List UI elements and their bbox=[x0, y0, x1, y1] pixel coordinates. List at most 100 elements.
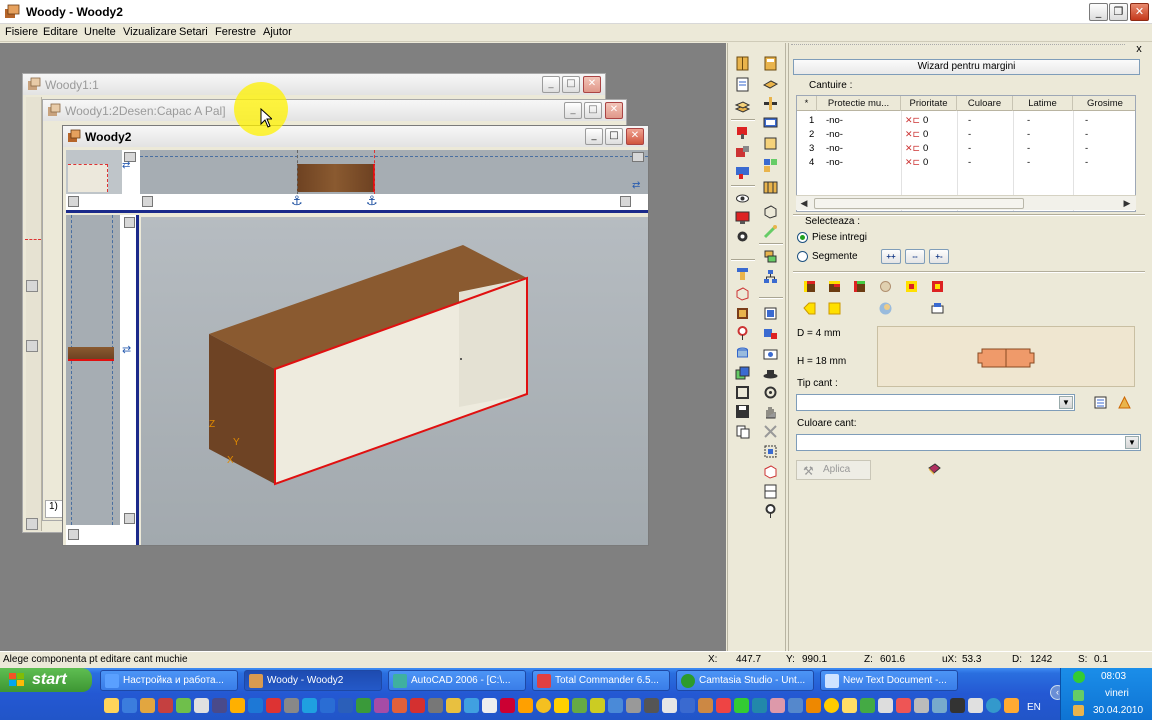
delete-icon[interactable] bbox=[762, 423, 779, 440]
edge-corner-tl-icon[interactable] bbox=[801, 278, 818, 295]
edge-red-icon[interactable] bbox=[929, 278, 946, 295]
quicklaunch-app-icon[interactable] bbox=[770, 698, 785, 713]
view-corner-icon[interactable] bbox=[68, 529, 79, 540]
taskbar-item-woody[interactable]: Woody - Woody2 bbox=[244, 670, 382, 691]
shelf-icon[interactable] bbox=[762, 76, 779, 93]
move-handle-icon[interactable]: ⇄ bbox=[122, 160, 136, 172]
view-corner-icon[interactable] bbox=[124, 513, 135, 524]
menu-ferestre[interactable]: Ferestre bbox=[215, 26, 256, 38]
save-icon[interactable] bbox=[734, 403, 751, 420]
child-close-button[interactable]: ✕ bbox=[626, 128, 644, 145]
app-title-bar[interactable]: Woody - Woody2 _ ❐ ✕ bbox=[0, 0, 1152, 24]
clock-time[interactable]: 08:03 bbox=[1101, 671, 1126, 682]
apply-button[interactable]: ⚒ Aplica bbox=[796, 460, 871, 480]
quicklaunch-app-icon[interactable] bbox=[608, 698, 623, 713]
quicklaunch-app-icon[interactable] bbox=[536, 698, 551, 713]
radio-piese-intregi[interactable] bbox=[797, 232, 808, 243]
quicklaunch-app-icon[interactable] bbox=[572, 698, 587, 713]
taskbar-item-notepad[interactable]: New Text Document -... bbox=[820, 670, 958, 691]
quicklaunch-app-icon[interactable] bbox=[860, 698, 875, 713]
menu-editare[interactable]: Editare bbox=[43, 26, 78, 38]
child-minimize-button[interactable]: _ bbox=[564, 102, 582, 119]
quicklaunch-app-icon[interactable] bbox=[140, 698, 155, 713]
scroll-thumb[interactable] bbox=[814, 198, 1024, 209]
col-header-protectie[interactable]: Protectie mu... bbox=[817, 96, 901, 111]
taskbar-item-camtasia[interactable]: Camtasia Studio - Unt... bbox=[676, 670, 814, 691]
child-window-woody2[interactable]: Woody2 _ □ ✕ ⚓ ⚓ ⇄ ⇄ ⇄ Z Y X bbox=[62, 125, 649, 546]
quicklaunch-app-icon[interactable] bbox=[212, 698, 227, 713]
clipboard-icon[interactable] bbox=[734, 423, 751, 440]
col-header-star[interactable]: * bbox=[797, 96, 817, 111]
fill-icon[interactable] bbox=[734, 144, 751, 161]
view-corner-icon[interactable] bbox=[124, 217, 135, 228]
cabinet-outline-icon[interactable] bbox=[762, 483, 779, 500]
quicklaunch-app-icon[interactable] bbox=[428, 698, 443, 713]
quicklaunch-app-icon[interactable] bbox=[176, 698, 191, 713]
quicklaunch-app-icon[interactable] bbox=[266, 698, 281, 713]
network-tray-icon[interactable] bbox=[1073, 690, 1084, 701]
box-3d-icon[interactable] bbox=[762, 463, 779, 480]
chevron-down-icon[interactable]: ▼ bbox=[1125, 436, 1139, 449]
tools-icon[interactable] bbox=[734, 265, 751, 282]
hat-icon[interactable] bbox=[762, 365, 779, 382]
location-pin-icon[interactable] bbox=[762, 503, 779, 520]
quicklaunch-app-icon[interactable] bbox=[194, 698, 209, 713]
view-corner-icon[interactable] bbox=[142, 196, 153, 207]
child-minimize-button[interactable]: _ bbox=[542, 76, 560, 93]
split-icon[interactable] bbox=[762, 95, 779, 112]
box-icon[interactable] bbox=[762, 135, 779, 152]
quicklaunch-app-icon[interactable] bbox=[500, 698, 515, 713]
eye-icon[interactable] bbox=[734, 190, 751, 207]
anchor-icon[interactable]: ⚓ bbox=[366, 194, 380, 208]
select-icon[interactable] bbox=[762, 305, 779, 322]
edge-book-icon[interactable] bbox=[926, 461, 943, 478]
priority-edit-icon[interactable]: ✕⊏ bbox=[905, 143, 920, 154]
quicklaunch-app-icon[interactable] bbox=[518, 698, 533, 713]
wood-part-side[interactable] bbox=[68, 347, 114, 361]
pin-icon[interactable] bbox=[734, 325, 751, 342]
view-corner-icon[interactable] bbox=[26, 518, 38, 530]
rotate-icon[interactable] bbox=[762, 384, 779, 401]
quicklaunch-app-icon[interactable] bbox=[446, 698, 461, 713]
child-title-bar[interactable]: Woody1:1 _ □ ✕ bbox=[23, 74, 605, 95]
view-corner-icon[interactable] bbox=[26, 280, 38, 292]
child-maximize-button[interactable]: □ bbox=[605, 128, 623, 145]
drill-icon[interactable] bbox=[734, 164, 751, 181]
quicklaunch-app-icon[interactable] bbox=[554, 698, 569, 713]
quicklaunch-app-icon[interactable] bbox=[158, 698, 173, 713]
menu-unelte[interactable]: Unelte bbox=[84, 26, 116, 38]
top-view-pane[interactable]: ⚓ ⚓ ⇄ ⇄ bbox=[66, 150, 648, 213]
quicklaunch-app-icon[interactable] bbox=[788, 698, 803, 713]
quicklaunch-app-icon[interactable] bbox=[392, 698, 407, 713]
columns-icon[interactable] bbox=[762, 179, 779, 196]
edge-round-icon[interactable] bbox=[801, 300, 818, 317]
table-row[interactable]: 1 -no- ✕⊏ 0 - - - bbox=[797, 114, 1135, 128]
quicklaunch-app-icon[interactable] bbox=[248, 698, 263, 713]
document-icon[interactable] bbox=[734, 76, 751, 93]
tip-cant-select[interactable]: ▼ bbox=[796, 394, 1075, 411]
edge-top-icon[interactable] bbox=[826, 278, 843, 295]
table-row[interactable]: 4 -no- ✕⊏ 0 - - - bbox=[797, 156, 1135, 170]
quicklaunch-app-icon[interactable] bbox=[374, 698, 389, 713]
child-close-button[interactable]: ✕ bbox=[605, 102, 623, 119]
palette-icon[interactable] bbox=[762, 157, 779, 174]
chevron-down-icon[interactable]: ▼ bbox=[1059, 396, 1073, 409]
quicklaunch-app-icon[interactable] bbox=[734, 698, 749, 713]
view-corner-icon[interactable] bbox=[632, 152, 644, 162]
quicklaunch-app-icon[interactable] bbox=[950, 698, 965, 713]
radio-piese-label[interactable]: Piese intregi bbox=[812, 232, 867, 243]
quicklaunch-app-icon[interactable] bbox=[230, 698, 245, 713]
segment-plus-minus-button[interactable]: +- bbox=[929, 249, 949, 264]
anchor-icon[interactable]: ⚓ bbox=[291, 194, 305, 208]
col-header-culoare[interactable]: Culoare bbox=[957, 96, 1013, 111]
camtasia-tray-icon[interactable] bbox=[1073, 671, 1085, 683]
child-close-button[interactable]: ✕ bbox=[583, 76, 601, 93]
material-icon[interactable] bbox=[734, 305, 751, 322]
segment-minus-minus-button[interactable]: -- bbox=[905, 249, 925, 264]
quicklaunch-skype-icon[interactable] bbox=[302, 698, 317, 713]
child-minimize-button[interactable]: _ bbox=[585, 128, 603, 145]
language-indicator[interactable]: EN bbox=[1027, 702, 1041, 713]
quicklaunch-app-icon[interactable] bbox=[464, 698, 479, 713]
monitor-icon[interactable] bbox=[734, 209, 751, 226]
radio-segmente-label[interactable]: Segmente bbox=[812, 251, 858, 262]
